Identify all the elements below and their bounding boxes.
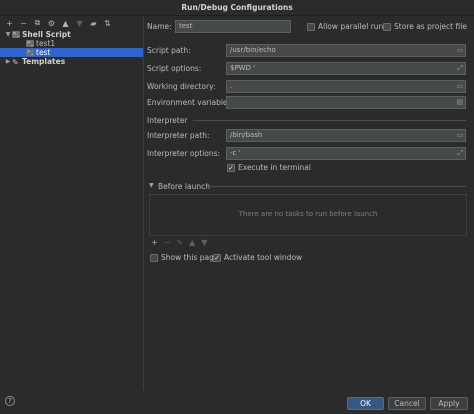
folder-icon[interactable]: ▭ <box>456 130 463 141</box>
tree-group-templates[interactable]: ▶ ✎ Templates <box>0 57 143 67</box>
script-path-field[interactable]: /usr/bin/echo ▭ <box>226 44 466 57</box>
script-path-label: Script path: <box>147 46 191 55</box>
edit-icon[interactable]: ✎ <box>176 238 183 247</box>
chevron-right-icon[interactable]: ▶ <box>4 57 12 66</box>
interpreter-path-label: Interpreter path: <box>147 131 210 140</box>
tree-templates-label: Templates <box>22 57 66 66</box>
shell-script-icon: >_ <box>26 40 34 47</box>
interpreter-options-field[interactable]: -c ' ⤢ <box>226 147 466 160</box>
tree-item-label: test <box>36 48 51 57</box>
chevron-down-icon[interactable]: ▼ <box>149 182 154 189</box>
remove-icon[interactable]: − <box>164 238 171 247</box>
interpreter-path-field[interactable]: /bin/bash ▭ <box>226 129 466 142</box>
configuration-tree-pane: + − ⧉ ⚙ ▲ ▼ ▰ ⇅ ▼ >_ Shell Script >_ tes… <box>0 16 144 390</box>
move-down-icon[interactable]: ▼ <box>75 19 84 28</box>
interpreter-options-value: -c ' <box>230 149 241 157</box>
folder-icon[interactable]: ▭ <box>456 45 463 56</box>
remove-icon[interactable]: − <box>19 19 28 28</box>
interpreter-path-value: /bin/bash <box>230 131 263 139</box>
before-launch-task-list[interactable]: There are no tasks to run before launch <box>149 194 467 236</box>
interpreter-section-title: Interpreter <box>147 116 188 125</box>
move-up-icon[interactable]: ▲ <box>189 238 195 247</box>
name-field[interactable]: test <box>175 20 291 33</box>
execute-in-terminal-checkbox[interactable]: ✓ <box>227 164 235 172</box>
environment-variables-field[interactable]: ▤ <box>226 96 466 109</box>
apply-button[interactable]: Apply <box>430 397 468 410</box>
copy-icon[interactable]: ⧉ <box>33 18 42 28</box>
before-launch-divider <box>207 186 466 187</box>
ok-button[interactable]: OK <box>347 397 384 410</box>
expand-icon[interactable]: ⤢ <box>457 148 463 159</box>
folder-icon[interactable]: ▭ <box>456 81 463 92</box>
move-up-icon[interactable]: ▲ <box>61 19 70 28</box>
interpreter-options-label: Interpreter options: <box>147 149 221 158</box>
working-directory-field[interactable]: . ▭ <box>226 80 466 93</box>
show-this-page-label: Show this page <box>161 253 219 262</box>
expand-icon[interactable]: ⤢ <box>457 63 463 74</box>
show-this-page-checkbox[interactable] <box>150 254 158 262</box>
store-project-label: Store as project file <box>394 22 467 31</box>
chevron-down-icon[interactable]: ▼ <box>4 30 12 39</box>
environment-variables-label: Environment variables: <box>147 98 234 107</box>
empty-tasks-message: There are no tasks to run before launch <box>238 210 378 218</box>
cancel-button[interactable]: Cancel <box>388 397 426 410</box>
tree-group-label: Shell Script <box>22 30 71 39</box>
interpreter-divider <box>193 120 466 121</box>
before-launch-toolbar: + − ✎ ▲ ▼ <box>151 238 207 247</box>
shell-script-icon: >_ <box>12 31 20 38</box>
before-launch-title[interactable]: Before launch <box>158 182 210 191</box>
allow-parallel-label: Allow parallel run <box>318 22 384 31</box>
store-project-checkbox[interactable] <box>383 23 391 31</box>
name-field-value: test <box>179 22 193 30</box>
dialog-title: Run/Debug Configurations <box>0 0 474 16</box>
tree-item-label: test1 <box>36 39 56 48</box>
browse-icon[interactable]: ▤ <box>456 97 463 108</box>
activate-tool-window-checkbox[interactable]: ✓ <box>213 254 221 262</box>
name-label: Name: <box>147 22 172 31</box>
tree-group-shell-script[interactable]: ▼ >_ Shell Script <box>0 30 143 39</box>
configuration-tree: ▼ >_ Shell Script >_ test1 >_ test ▶ ✎ T… <box>0 30 143 67</box>
activate-tool-window-label: Activate tool window <box>224 253 303 262</box>
move-down-icon[interactable]: ▼ <box>201 238 207 247</box>
tree-item-test[interactable]: >_ test <box>0 48 143 57</box>
tree-toolbar: + − ⧉ ⚙ ▲ ▼ ▰ ⇅ <box>0 16 143 30</box>
wrench-icon[interactable]: ⚙ <box>47 19 56 28</box>
add-icon[interactable]: + <box>151 238 158 247</box>
help-icon[interactable]: ? <box>5 396 15 406</box>
folder-icon[interactable]: ▰ <box>89 19 98 28</box>
wrench-icon: ✎ <box>12 58 19 67</box>
script-path-value: /usr/bin/echo <box>230 46 276 54</box>
execute-in-terminal-label: Execute in terminal <box>238 163 311 172</box>
working-directory-label: Working directory: <box>147 82 216 91</box>
add-icon[interactable]: + <box>5 19 14 28</box>
script-options-label: Script options: <box>147 64 202 73</box>
dialog-button-bar: ? OK Cancel Apply <box>0 390 474 414</box>
allow-parallel-checkbox[interactable] <box>307 23 315 31</box>
script-options-field[interactable]: $PWD ' ⤢ <box>226 62 466 75</box>
sort-icon[interactable]: ⇅ <box>103 19 112 28</box>
script-options-value: $PWD ' <box>230 64 256 72</box>
working-directory-value: . <box>230 82 233 90</box>
shell-script-icon: >_ <box>26 49 34 56</box>
tree-item-test1[interactable]: >_ test1 <box>0 39 143 48</box>
